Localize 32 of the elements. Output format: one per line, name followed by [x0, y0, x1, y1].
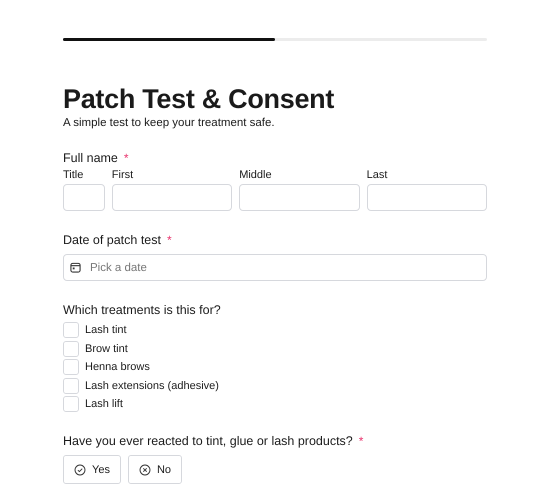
choice-button[interactable]: No — [128, 455, 182, 484]
form-title: Patch Test & Consent — [63, 83, 336, 115]
checkbox[interactable] — [63, 378, 79, 394]
required-mark: * — [166, 233, 172, 247]
text-field[interactable] — [112, 184, 232, 211]
text-field[interactable] — [63, 184, 105, 211]
date-field[interactable]: Pick a date — [63, 254, 487, 281]
text-field[interactable] — [366, 184, 488, 211]
option-label: Lash lift — [85, 398, 123, 410]
checkbox[interactable] — [63, 359, 79, 375]
field-label: First — [112, 169, 134, 181]
choice-button[interactable]: Yes — [63, 455, 121, 484]
option-label: Lash tint — [85, 324, 127, 336]
form-subtitle: A simple test to keep your treatment safe. — [63, 117, 276, 129]
field-label: Middle — [239, 169, 273, 181]
option-label: Brow tint — [85, 342, 128, 354]
option-label: Lash extensions (adhesive) — [85, 380, 219, 392]
checkbox[interactable] — [63, 322, 79, 338]
required-mark: * — [124, 151, 129, 165]
field-label: Have you ever reacted to tint, glue or lash products? — [63, 434, 353, 448]
field-label: Date of patch test — [63, 233, 161, 247]
field-label: Last — [366, 169, 388, 181]
checkbox[interactable] — [63, 340, 79, 356]
field-label: Full name — [63, 151, 118, 165]
checkbox[interactable] — [63, 396, 79, 412]
field-label: Title — [63, 169, 84, 181]
option-label: Henna brows — [85, 361, 150, 373]
check-circle-icon — [74, 464, 86, 476]
text-field[interactable] — [239, 184, 360, 211]
cross-circle-icon — [138, 464, 151, 476]
required-mark: * — [358, 434, 364, 448]
field-label: Which treatments is this for? — [63, 303, 221, 317]
